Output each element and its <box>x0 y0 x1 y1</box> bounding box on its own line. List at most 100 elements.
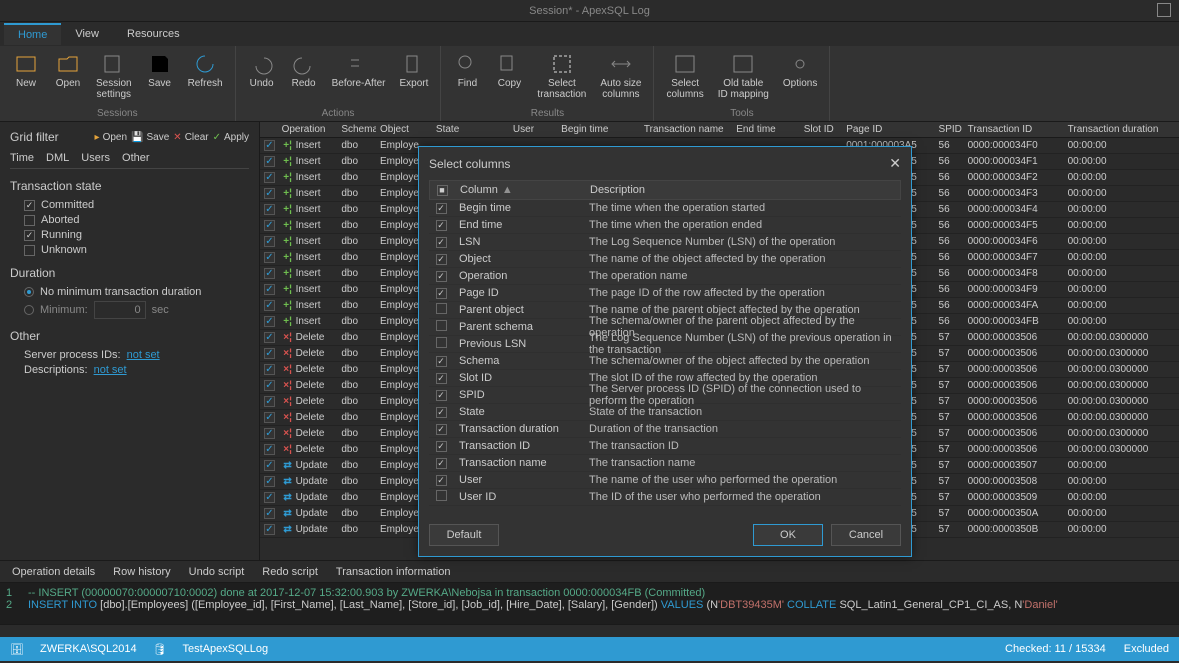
menu-tab-resources[interactable]: Resources <box>113 24 194 44</box>
grid-header[interactable]: Object <box>376 124 432 135</box>
bottom-tab-operation-details[interactable]: Operation details <box>12 566 95 578</box>
grid-header[interactable]: Transaction ID <box>964 124 1064 135</box>
modal-column-header[interactable]: Column▲ <box>454 184 584 196</box>
modal-row[interactable]: ✓ObjectThe name of the object affected b… <box>429 251 901 268</box>
maximize-icon[interactable] <box>1157 3 1171 17</box>
grid-header[interactable]: Slot ID <box>800 124 843 135</box>
undo-icon <box>250 52 274 76</box>
before-after-button[interactable]: Before-After <box>328 50 390 106</box>
save-label: Save <box>148 78 171 89</box>
open-icon <box>56 52 80 76</box>
gf-tab-dml[interactable]: DML <box>46 152 69 164</box>
session-settings-button[interactable]: Session settings <box>92 50 136 106</box>
grid-header[interactable]: Transaction name <box>640 124 732 135</box>
copy-button[interactable]: Copy <box>491 50 527 106</box>
modal-row[interactable]: ✓LSNThe Log Sequence Number (LSN) of the… <box>429 234 901 251</box>
options-button[interactable]: Options <box>779 50 821 106</box>
refresh-label: Refresh <box>188 78 223 89</box>
undo-button[interactable]: Undo <box>244 50 280 106</box>
gf-apply-button[interactable]: ✓Apply <box>213 132 249 143</box>
ribbon-group-label: Sessions <box>8 106 227 119</box>
export-icon <box>402 52 426 76</box>
modal-row[interactable]: User IDThe ID of the user who performed … <box>429 489 901 506</box>
bottom-tab-row-history[interactable]: Row history <box>113 566 170 578</box>
modal-title: Select columns <box>429 157 510 171</box>
modal-row[interactable]: ✓End timeThe time when the operation end… <box>429 217 901 234</box>
open-button[interactable]: Open <box>50 50 86 106</box>
modal-row[interactable]: ✓StateState of the transaction <box>429 404 901 421</box>
select-transaction-button[interactable]: Select transaction <box>533 50 590 106</box>
status-db: TestApexSQLLog <box>183 643 269 655</box>
cancel-button[interactable]: Cancel <box>831 524 901 546</box>
modal-row[interactable]: ✓UserThe name of the user who performed … <box>429 472 901 489</box>
find-button[interactable]: Find <box>449 50 485 106</box>
auto-size-button[interactable]: Auto size columns <box>596 50 645 106</box>
undo-label: Undo <box>250 78 274 89</box>
ribbon-group-label: Results <box>449 106 645 119</box>
grid-header[interactable]: Operation <box>278 124 338 135</box>
bottom-tab-undo-script[interactable]: Undo script <box>189 566 245 578</box>
select-columns-button[interactable]: Select columns <box>662 50 707 106</box>
ts-unknown-checkbox[interactable]: Unknown <box>24 244 249 256</box>
grid-header[interactable]: Begin time <box>557 124 640 135</box>
old-table-id-button[interactable]: Old table ID mapping <box>714 50 773 106</box>
export-button[interactable]: Export <box>396 50 433 106</box>
horizontal-scrollbar[interactable] <box>0 624 1179 637</box>
save-icon <box>148 52 172 76</box>
grid-header[interactable]: Page ID <box>842 124 934 135</box>
bottom-tab-transaction-information[interactable]: Transaction information <box>336 566 451 578</box>
modal-checkall[interactable]: ■ <box>430 184 454 196</box>
old-table-id-icon <box>731 52 755 76</box>
grid-header[interactable]: User <box>509 124 557 135</box>
ts-aborted-checkbox[interactable]: Aborted <box>24 214 249 226</box>
modal-row[interactable]: ✓SPIDThe Server process ID (SPID) of the… <box>429 387 901 404</box>
refresh-button[interactable]: Refresh <box>184 50 227 106</box>
script-line-1: -- INSERT (00000070:00000710:0002) done … <box>28 587 705 599</box>
gf-open-button[interactable]: ▸Open <box>95 132 128 143</box>
options-label: Options <box>783 78 817 89</box>
desc-link[interactable]: not set <box>94 364 127 376</box>
status-db-icon: 🛢 <box>153 643 167 656</box>
ok-button[interactable]: OK <box>753 524 823 546</box>
ts-committed-checkbox[interactable]: ✓Committed <box>24 199 249 211</box>
modal-row[interactable]: ✓Transaction IDThe transaction ID <box>429 438 901 455</box>
modal-row[interactable]: Previous LSNThe Log Sequence Number (LSN… <box>429 336 901 353</box>
old-table-id-label: Old table ID mapping <box>718 78 769 100</box>
close-icon[interactable]: ✕ <box>889 155 901 172</box>
grid-header[interactable]: SPID <box>935 124 964 135</box>
modal-row[interactable]: ✓OperationThe operation name <box>429 268 901 285</box>
grid-filter-title: Grid filter <box>10 130 59 144</box>
before-after-icon <box>347 52 371 76</box>
ts-running-checkbox[interactable]: ✓Running <box>24 229 249 241</box>
gf-tab-users[interactable]: Users <box>81 152 110 164</box>
redo-button[interactable]: Redo <box>286 50 322 106</box>
modal-row[interactable]: ✓Page IDThe page ID of the row affected … <box>429 285 901 302</box>
menu-tab-home[interactable]: Home <box>4 23 61 45</box>
menu-tab-view[interactable]: View <box>61 24 113 44</box>
spid-link[interactable]: not set <box>127 349 160 361</box>
grid-header[interactable]: Transaction duration <box>1064 124 1179 135</box>
gf-save-button[interactable]: 💾Save <box>131 132 169 143</box>
gf-tab-other[interactable]: Other <box>122 152 150 164</box>
default-button[interactable]: Default <box>429 524 499 546</box>
new-button[interactable]: New <box>8 50 44 106</box>
save-button[interactable]: Save <box>142 50 178 106</box>
copy-icon <box>497 52 521 76</box>
min-spinner[interactable] <box>94 301 146 319</box>
gf-tab-time[interactable]: Time <box>10 152 34 164</box>
modal-row[interactable]: ✓Transaction durationDuration of the tra… <box>429 421 901 438</box>
bottom-tab-redo-script[interactable]: Redo script <box>262 566 318 578</box>
grid-header[interactable]: State <box>432 124 509 135</box>
refresh-icon <box>193 52 217 76</box>
modal-desc-header[interactable]: Description <box>584 184 900 196</box>
modal-row[interactable]: ✓SchemaThe schema/owner of the object af… <box>429 353 901 370</box>
no-min-radio[interactable]: No minimum transaction duration <box>24 286 249 298</box>
ribbon-group-label: Tools <box>662 106 821 119</box>
modal-row[interactable]: ✓Begin timeThe time when the operation s… <box>429 200 901 217</box>
min-radio[interactable]: Minimum: sec <box>24 301 249 319</box>
ribbon-group-label: Actions <box>244 106 433 119</box>
grid-header[interactable]: Schema <box>337 124 376 135</box>
modal-row[interactable]: ✓Transaction nameThe transaction name <box>429 455 901 472</box>
gf-clear-button[interactable]: ✕Clear <box>173 132 208 143</box>
grid-header[interactable]: End time <box>732 124 799 135</box>
